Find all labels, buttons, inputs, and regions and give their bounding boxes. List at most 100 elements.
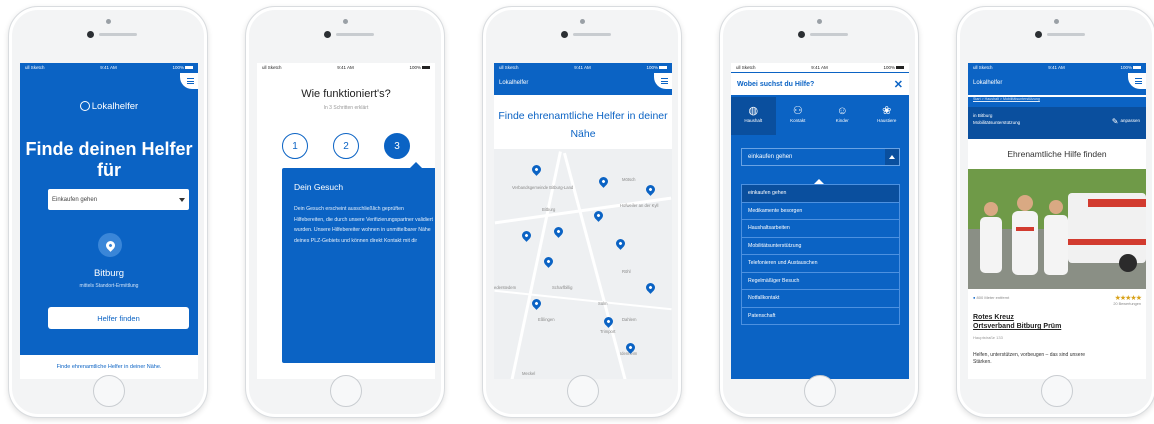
breadcrumb[interactable]: Start > Haushalt > Mobilitätsunterstützu… [968, 97, 1146, 107]
home-button[interactable] [93, 375, 125, 407]
modal-header: Wobei suchst du Hilfe? ✕ [731, 73, 909, 95]
map-pin-icon[interactable] [644, 183, 657, 196]
status-bar: ull Sketch 9:41 AM 100% [731, 63, 909, 72]
step-2[interactable]: 2 [333, 133, 359, 159]
heart-logo-icon [79, 101, 90, 111]
map-pin-icon[interactable] [520, 229, 533, 242]
map-pin-icon[interactable] [530, 297, 543, 310]
tab-kontakt[interactable]: ⚇ Kontakt [776, 97, 821, 135]
camera [817, 19, 822, 24]
front-camera [87, 31, 94, 38]
list-item[interactable]: Notfallkontakt [741, 289, 900, 308]
phone-result-detail: ull Sketch 9:41 AM 100% Lokalhelfer Star… [956, 6, 1154, 418]
activity-dropdown[interactable]: einkaufen gehen [741, 148, 900, 166]
brand-logo[interactable]: Lokalhelfer [973, 80, 1002, 86]
list-item[interactable]: Telefonieren und Austauschen [741, 254, 900, 273]
mockup-stage: ull Sketch 9:41 AM 100% Lokalhelfer Find… [0, 0, 1154, 424]
rating-count: 20 Bewertungen [1113, 302, 1141, 306]
section-title: Ehrenamtliche Hilfe finden [1007, 149, 1107, 159]
step-panel: Dein Gesuch Dein Gesuch erscheint aussch… [282, 162, 435, 363]
speaker [336, 33, 374, 36]
activity-list: einkaufen gehen Medikamente besorgen Hau… [741, 184, 900, 325]
list-item[interactable]: Regelmäßiger Besuch [741, 271, 900, 290]
edit-button[interactable]: ✎ anpassen [1112, 117, 1140, 126]
front-camera [324, 31, 331, 38]
battery-icon [658, 66, 667, 70]
tab-kinder[interactable]: ☺ Kinder [820, 97, 865, 135]
map-label: Scharfbillig [552, 285, 573, 290]
page-subtitle: In 3 Schritten erklärt [323, 105, 369, 111]
map-label: Dahlem [622, 317, 637, 322]
list-item[interactable]: Haushaltsarbeiten [741, 219, 900, 238]
home-button[interactable] [330, 375, 362, 407]
hamburger-menu-icon[interactable] [180, 73, 198, 89]
battery-icon [895, 66, 904, 70]
location-pin-icon[interactable] [98, 233, 122, 257]
paw-icon: ❀ [882, 105, 892, 117]
home-button[interactable] [567, 375, 599, 407]
status-bar: ull Sketch 9:41 AM 100% [494, 63, 672, 72]
panel-text: Dein Gesuch erscheint ausschließlich gep… [294, 206, 433, 244]
status-bar: ull Sketch 9:41 AM 100% [968, 63, 1146, 72]
step-1[interactable]: 1 [282, 133, 308, 159]
photo-illustration [968, 169, 1146, 289]
close-icon[interactable]: ✕ [894, 78, 903, 91]
category-tabs: ◍ Haushalt ⚇ Kontakt ☺ Kinder ❀ Haustiere [731, 97, 909, 135]
page-title: Wie funktioniert's? [301, 88, 391, 100]
address: Hauptstraße 133 [973, 335, 1003, 340]
camera [580, 19, 585, 24]
chevron-up-icon [885, 149, 899, 165]
phone-how-it-works: ull Sketch 9:41 AM 100% Wie funktioniert… [245, 6, 445, 418]
home-button[interactable] [1041, 375, 1073, 407]
list-item[interactable]: Medikamente besorgen [741, 201, 900, 220]
battery: 100% [172, 65, 193, 70]
map-pin-icon[interactable] [602, 315, 615, 328]
brand-logo[interactable]: Lokalhelfer [499, 80, 528, 86]
battery-icon [184, 66, 193, 70]
location-bar: in Bitburg Mobilitätsunterstützung ✎ anpa… [968, 107, 1146, 139]
list-item[interactable]: Patenschaft [741, 306, 900, 325]
phone-category-select: ull Sketch 9:41 AM 100% Wobei suchst du … [719, 6, 919, 418]
description: Helfen, unterstützen, vorbeugen – das si… [973, 352, 1086, 365]
home-button[interactable] [804, 375, 836, 407]
tab-haushalt[interactable]: ◍ Haushalt [731, 97, 776, 135]
city-sublabel: mittels Standort-Ermittlung [79, 283, 139, 289]
step-3[interactable]: 3 [384, 133, 410, 159]
screen: ull Sketch 9:41 AM 100% Lokalhelfer Find… [494, 63, 672, 379]
map-pin-icon[interactable] [530, 163, 543, 176]
map-pin-icon[interactable] [592, 209, 605, 222]
map-label: Verbandsgemeinde Bitburg-Land [512, 185, 574, 190]
camera [343, 19, 348, 24]
map-pin-icon[interactable] [542, 255, 555, 268]
list-item[interactable]: Mobilitätsunterstützung [741, 236, 900, 255]
modal-title: Wobei suchst du Hilfe? [737, 80, 815, 88]
camera [1054, 19, 1059, 24]
help-type-select[interactable]: Einkaufen gehen [48, 189, 189, 210]
pin-icon: ● [973, 295, 976, 300]
tab-haustiere[interactable]: ❀ Haustiere [865, 97, 910, 135]
speaker [1047, 33, 1085, 36]
map-pin-icon[interactable] [597, 175, 610, 188]
map[interactable]: Verbandsgemeinde Bitburg-Land Mötsch Bit… [494, 149, 672, 379]
front-camera [561, 31, 568, 38]
camera [106, 19, 111, 24]
organization-name[interactable]: Rotes Kreuz Ortsverband Bitburg Prüm [973, 313, 1061, 331]
screen: ull Sketch 9:41 AM 100% Lokalhelfer Find… [20, 63, 198, 379]
find-helper-button[interactable]: Helfer finden [48, 307, 189, 329]
map-label: ederstedem [494, 285, 517, 290]
map-pin-icon[interactable] [614, 237, 627, 250]
map-pin-icon[interactable] [552, 225, 565, 238]
city-label: Bitburg [93, 268, 125, 279]
status-bar: ull Sketch 9:41 AM 100% [20, 63, 198, 72]
map-pin-icon[interactable] [644, 281, 657, 294]
people-icon: ⚇ [792, 105, 803, 117]
phone-home: ull Sketch 9:41 AM 100% Lokalhelfer Find… [8, 6, 208, 418]
phone-map: ull Sketch 9:41 AM 100% Lokalhelfer Find… [482, 6, 682, 418]
front-camera [798, 31, 805, 38]
screen: ull Sketch 9:41 AM 100% Wie funktioniert… [257, 63, 435, 379]
map-label: Meckel [522, 371, 536, 376]
list-item[interactable]: einkaufen gehen [741, 184, 900, 203]
speaker [99, 33, 137, 36]
chevron-down-icon [179, 197, 185, 202]
carrier: ull Sketch [25, 65, 45, 70]
